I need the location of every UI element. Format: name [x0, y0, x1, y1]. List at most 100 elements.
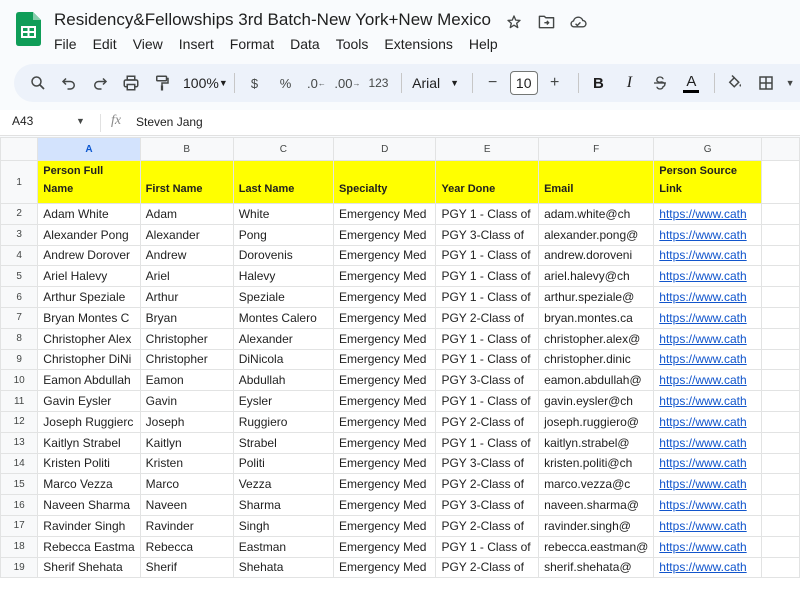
- empty-cell[interactable]: [760, 327, 800, 350]
- empty-cell[interactable]: [760, 203, 800, 225]
- column-header-e[interactable]: E: [435, 137, 540, 161]
- menu-view[interactable]: View: [133, 36, 171, 52]
- search-icon[interactable]: [24, 69, 52, 97]
- increase-decimal-button[interactable]: .00 →: [333, 69, 361, 97]
- source-link[interactable]: https://www.cath: [659, 415, 746, 429]
- sheets-logo-icon[interactable]: [16, 12, 41, 46]
- cell-person-full-name[interactable]: Adam White: [37, 203, 141, 225]
- print-icon[interactable]: [117, 69, 145, 97]
- bold-button[interactable]: B: [584, 69, 612, 97]
- row-header[interactable]: 15: [0, 473, 39, 496]
- header-cell-first-name[interactable]: First Name: [139, 160, 234, 204]
- row-header[interactable]: 16: [0, 494, 39, 516]
- row-header[interactable]: 14: [0, 452, 39, 475]
- cell-year-done[interactable]: PGY 2-Class of: [435, 473, 540, 496]
- column-header-d[interactable]: D: [333, 137, 437, 161]
- source-link[interactable]: https://www.cath: [659, 332, 746, 346]
- cell-email[interactable]: bryan.montes.ca: [538, 306, 655, 329]
- empty-cell[interactable]: [760, 369, 800, 392]
- format-percent-button[interactable]: %: [271, 69, 299, 97]
- cell-person-source-link[interactable]: https://www.cath: [653, 390, 762, 412]
- menu-data[interactable]: Data: [290, 36, 328, 52]
- empty-cell[interactable]: [760, 223, 800, 246]
- source-link[interactable]: https://www.cath: [659, 228, 746, 242]
- cell-person-full-name[interactable]: Bryan Montes C: [37, 306, 141, 329]
- cell-person-source-link[interactable]: https://www.cath: [653, 348, 762, 371]
- cell-year-done[interactable]: PGY 2-Class of: [435, 556, 540, 579]
- cell-person-full-name[interactable]: Sherif Shehata: [37, 556, 141, 579]
- source-link[interactable]: https://www.cath: [659, 290, 746, 304]
- row-header[interactable]: 4: [0, 244, 39, 267]
- source-link[interactable]: https://www.cath: [659, 498, 746, 512]
- cell-specialty[interactable]: Emergency Med: [333, 244, 437, 267]
- cell-person-source-link[interactable]: https://www.cath: [653, 556, 762, 579]
- column-header-c[interactable]: C: [232, 137, 335, 161]
- cell-first-name[interactable]: Kristen: [139, 452, 234, 475]
- row-header[interactable]: 5: [0, 265, 39, 288]
- cell-specialty[interactable]: Emergency Med: [333, 494, 437, 516]
- cell-first-name[interactable]: Bryan: [139, 306, 234, 329]
- strikethrough-icon[interactable]: [646, 69, 674, 97]
- column-header-empty[interactable]: [760, 137, 800, 161]
- font-size-decrease-button[interactable]: −: [479, 69, 507, 97]
- borders-icon[interactable]: [752, 69, 780, 97]
- empty-cell[interactable]: [760, 494, 800, 516]
- font-family-select[interactable]: Arial ▼: [408, 69, 463, 97]
- cell-person-source-link[interactable]: https://www.cath: [653, 494, 762, 516]
- cell-person-source-link[interactable]: https://www.cath: [653, 410, 762, 433]
- row-header[interactable]: 8: [0, 327, 39, 350]
- cell-specialty[interactable]: Emergency Med: [333, 390, 437, 412]
- cell-person-full-name[interactable]: Arthur Speziale: [37, 286, 141, 308]
- menu-help[interactable]: Help: [469, 36, 506, 52]
- cell-person-full-name[interactable]: Ravinder Singh: [37, 514, 141, 537]
- cell-year-done[interactable]: PGY 1 - Class of: [435, 203, 540, 225]
- cell-email[interactable]: gavin.eysler@ch: [538, 390, 655, 412]
- cell-email[interactable]: kaitlyn.strabel@: [538, 431, 655, 454]
- cell-year-done[interactable]: PGY 3-Class of: [435, 452, 540, 475]
- font-size-increase-button[interactable]: +: [541, 69, 569, 97]
- cell-person-source-link[interactable]: https://www.cath: [653, 265, 762, 288]
- cell-first-name[interactable]: Christopher: [139, 348, 234, 371]
- cell-first-name[interactable]: Arthur: [139, 286, 234, 308]
- cell-person-source-link[interactable]: https://www.cath: [653, 369, 762, 392]
- column-header-b[interactable]: B: [139, 137, 234, 161]
- cell-person-source-link[interactable]: https://www.cath: [653, 514, 762, 537]
- cell-last-name[interactable]: DiNicola: [232, 348, 335, 371]
- cell-email[interactable]: sherif.shehata@: [538, 556, 655, 579]
- chevron-down-icon[interactable]: ▼: [76, 116, 85, 126]
- empty-cell[interactable]: [760, 286, 800, 308]
- cell-specialty[interactable]: Emergency Med: [333, 410, 437, 433]
- cell-person-full-name[interactable]: Joseph Ruggierc: [37, 410, 141, 433]
- cell-person-source-link[interactable]: https://www.cath: [653, 473, 762, 496]
- cell-email[interactable]: marco.vezza@c: [538, 473, 655, 496]
- source-link[interactable]: https://www.cath: [659, 248, 746, 262]
- cell-last-name[interactable]: Eysler: [232, 390, 335, 412]
- cell-email[interactable]: naveen.sharma@: [538, 494, 655, 516]
- header-cell-last-name[interactable]: Last Name: [232, 160, 335, 204]
- cell-email[interactable]: rebecca.eastman@: [538, 535, 655, 558]
- cell-person-full-name[interactable]: Christopher DiNi: [37, 348, 141, 371]
- cell-specialty[interactable]: Emergency Med: [333, 348, 437, 371]
- cell-last-name[interactable]: Singh: [232, 514, 335, 537]
- source-link[interactable]: https://www.cath: [659, 436, 746, 450]
- cell-person-source-link[interactable]: https://www.cath: [653, 327, 762, 350]
- cell-last-name[interactable]: Politi: [232, 452, 335, 475]
- cell-last-name[interactable]: Dorovenis: [232, 244, 335, 267]
- menu-insert[interactable]: Insert: [179, 36, 222, 52]
- formula-input[interactable]: Steven Jang: [136, 115, 203, 129]
- menu-tools[interactable]: Tools: [336, 36, 377, 52]
- cell-specialty[interactable]: Emergency Med: [333, 514, 437, 537]
- cell-email[interactable]: eamon.abdullah@: [538, 369, 655, 392]
- empty-cell[interactable]: [760, 306, 800, 329]
- row-header[interactable]: 9: [0, 348, 39, 371]
- empty-cell[interactable]: [760, 348, 800, 371]
- cell-last-name[interactable]: White: [232, 203, 335, 225]
- source-link[interactable]: https://www.cath: [659, 352, 746, 366]
- cell-last-name[interactable]: Ruggiero: [232, 410, 335, 433]
- cell-person-full-name[interactable]: Rebecca Eastma: [37, 535, 141, 558]
- italic-button[interactable]: I: [615, 69, 643, 97]
- move-folder-icon[interactable]: [536, 12, 556, 32]
- cell-person-source-link[interactable]: https://www.cath: [653, 306, 762, 329]
- empty-cell[interactable]: [760, 244, 800, 267]
- cell-specialty[interactable]: Emergency Med: [333, 369, 437, 392]
